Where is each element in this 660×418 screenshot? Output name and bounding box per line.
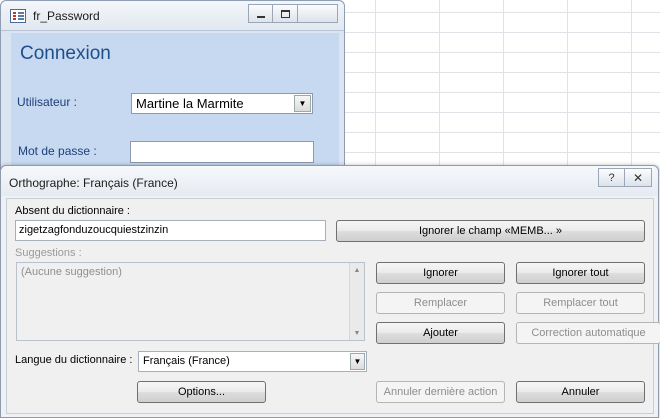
add-button[interactable]: Ajouter [376, 322, 505, 344]
chevron-down-icon[interactable]: ▼ [350, 353, 365, 370]
options-button[interactable]: Options... [137, 381, 266, 403]
dialog-caption-buttons: ? ✕ [598, 168, 652, 187]
undo-last-button[interactable]: Annuler dernière action [376, 381, 505, 403]
login-form: Connexion Utilisateur : Martine la Marmi… [11, 33, 339, 173]
not-in-dictionary-field[interactable]: zigetzagfonduzoucquiestzinzin [15, 220, 326, 241]
minimize-button[interactable] [248, 4, 273, 23]
password-form-titlebar: fr_Password [1, 1, 344, 31]
cancel-button[interactable]: Annuler [516, 381, 645, 403]
replace-button[interactable]: Remplacer [376, 292, 505, 314]
not-in-dictionary-label: Absent du dictionnaire : [15, 205, 130, 217]
spreadsheet-grid-background [345, 0, 660, 170]
maximize-button[interactable] [273, 4, 298, 23]
dialog-close-button[interactable]: ✕ [625, 168, 652, 187]
suggestions-scrollbar[interactable]: ▲ ▼ [349, 263, 364, 340]
form-app-icon [10, 9, 26, 23]
window-title: fr_Password [33, 9, 100, 23]
minimize-icon [256, 15, 265, 18]
user-label: Utilisateur : [17, 95, 78, 109]
close-button[interactable] [298, 4, 338, 23]
spelling-dialog-body: Absent du dictionnaire : zigetzagfonduzo… [6, 198, 660, 414]
suggestions-list[interactable]: (Aucune suggestion) ▲ ▼ [16, 262, 365, 341]
chevron-down-icon[interactable]: ▼ [294, 95, 311, 112]
user-combobox[interactable]: Martine la Marmite ▼ [131, 93, 313, 114]
ignore-button[interactable]: Ignorer [376, 262, 505, 284]
spelling-dialog-titlebar: Orthographe: Français (France) ? ✕ [1, 166, 658, 196]
help-button[interactable]: ? [598, 168, 625, 187]
ignore-field-button[interactable]: Ignorer le champ «MEMB... » [336, 220, 645, 242]
dictionary-language-select[interactable]: Français (France) ▼ [138, 351, 367, 372]
autocorrect-button[interactable]: Correction automatique [516, 322, 660, 344]
no-suggestion-item: (Aucune suggestion) [21, 266, 122, 278]
scroll-up-icon[interactable]: ▲ [350, 263, 364, 277]
maximize-icon [280, 9, 290, 18]
replace-all-button[interactable]: Remplacer tout [516, 292, 645, 314]
scroll-down-icon[interactable]: ▼ [350, 326, 364, 340]
dictionary-language-value: Français (France) [143, 355, 230, 367]
password-field[interactable] [130, 141, 314, 163]
form-heading: Connexion [20, 43, 111, 64]
password-label: Mot de passe : [18, 144, 97, 158]
user-combobox-value: Martine la Marmite [136, 96, 244, 111]
password-form-window: fr_Password Connexion Utilisateur : Mart… [0, 0, 345, 175]
spelling-dialog: Orthographe: Français (France) ? ✕ Absen… [0, 165, 660, 418]
dialog-title: Orthographe: Français (France) [9, 176, 178, 190]
window-caption-buttons [248, 4, 338, 23]
suggestions-label: Suggestions : [15, 247, 82, 259]
ignore-all-button[interactable]: Ignorer tout [516, 262, 645, 284]
dictionary-language-label: Langue du dictionnaire : [15, 354, 133, 366]
